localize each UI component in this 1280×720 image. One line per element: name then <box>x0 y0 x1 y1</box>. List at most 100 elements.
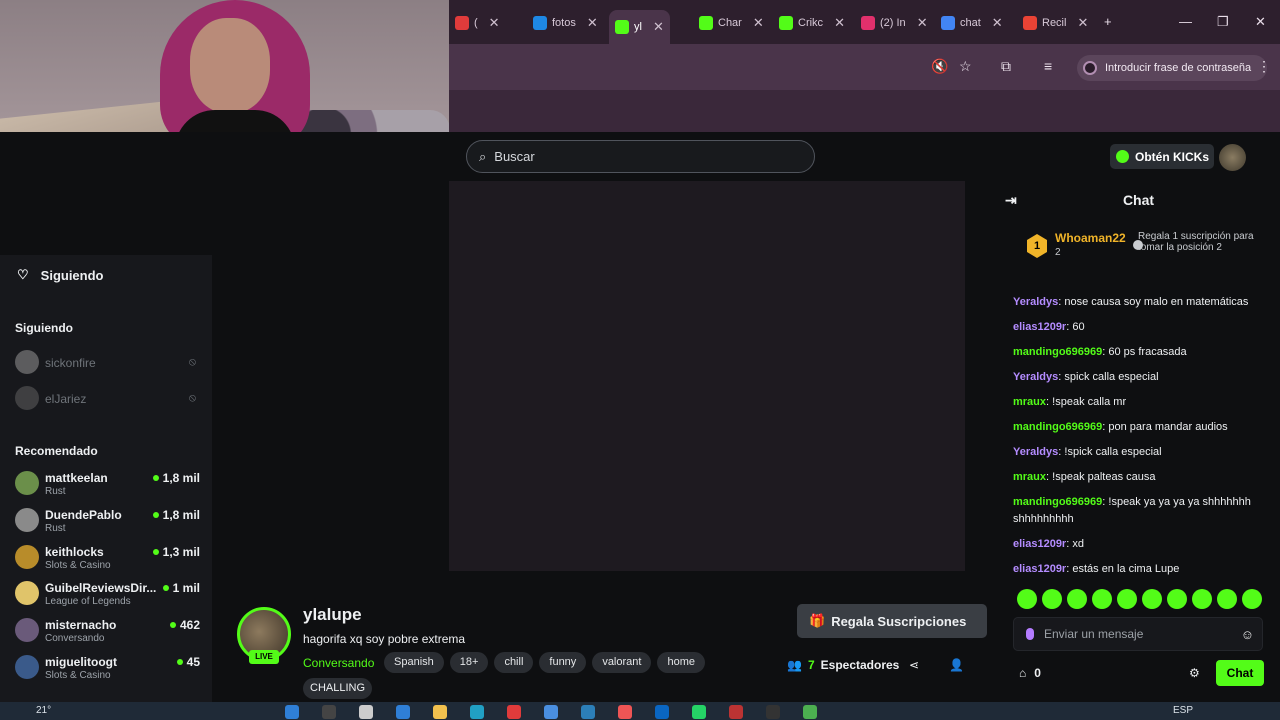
gift-subs-button[interactable]: 🎁 Regala Suscripciones <box>797 604 987 638</box>
sidebar-header[interactable]: ♡ Siguiendo <box>17 267 104 283</box>
close-icon[interactable]: ✕ <box>489 15 500 31</box>
close-window-icon[interactable]: ✕ <box>1255 14 1266 30</box>
close-icon[interactable]: ✕ <box>653 19 664 35</box>
emote-icon[interactable] <box>1167 589 1187 609</box>
mic-icon[interactable] <box>1026 628 1034 640</box>
app-icon[interactable] <box>396 705 410 719</box>
folder-icon[interactable] <box>433 705 447 719</box>
sidebar-item-following[interactable]: elJariez ⦸ <box>15 384 200 418</box>
emote-icon[interactable] <box>1042 589 1062 609</box>
media-icon[interactable]: ≡ <box>1044 58 1052 74</box>
language-indicator[interactable]: ESP <box>1173 705 1193 716</box>
close-icon[interactable]: ✕ <box>917 15 928 31</box>
search-icon[interactable] <box>322 705 336 719</box>
browser-tab[interactable]: (2) In ✕ <box>855 10 934 36</box>
chat-message: elias1209r: estás en la cima Lupe <box>1013 563 1180 575</box>
minimize-icon[interactable]: — <box>1179 14 1192 29</box>
emote-icon[interactable] <box>1242 589 1262 609</box>
weather-temp[interactable]: 21° <box>36 705 51 716</box>
send-chat-button[interactable]: Chat <box>1216 660 1264 686</box>
tab-favicon-icon <box>1023 16 1037 30</box>
emote-icon[interactable] <box>1192 589 1212 609</box>
app-icon[interactable] <box>766 705 780 719</box>
app-icon[interactable] <box>507 705 521 719</box>
browser-tab-active[interactable]: yl ✕ <box>609 10 670 44</box>
tag[interactable]: home <box>657 652 705 673</box>
app-icon[interactable] <box>581 705 595 719</box>
tag[interactable]: 18+ <box>449 652 489 673</box>
gift-prompt[interactable]: Regala 1 suscripción para tomar la posic… <box>1123 231 1258 253</box>
app-icon[interactable] <box>655 705 669 719</box>
close-icon[interactable]: ✕ <box>834 15 845 31</box>
search-input[interactable]: ⌕ Buscar <box>466 140 815 173</box>
start-icon[interactable] <box>285 705 299 719</box>
sidebar-item-recommended[interactable]: GuibelReviewsDir... League of Legends 1 … <box>15 579 200 613</box>
get-kicks-button[interactable]: Obtén KICKs <box>1110 144 1214 169</box>
browser-tab[interactable]: fotos ✕ <box>527 10 604 36</box>
emote-icon[interactable] <box>1142 589 1162 609</box>
channel-points[interactable]: ⌂ 0 <box>1019 666 1041 680</box>
video-player[interactable] <box>449 181 965 571</box>
menu-icon[interactable]: ⋮ <box>1257 58 1271 75</box>
sidebar-item-recommended[interactable]: miguelitoogt Slots & Casino 45 <box>15 653 200 687</box>
close-icon[interactable]: ✕ <box>1077 15 1088 31</box>
close-icon[interactable]: ✕ <box>587 15 598 31</box>
sidebar-item-recommended[interactable]: mattkeelan Rust 1,8 mil <box>15 469 200 503</box>
bell-off-icon[interactable]: ⦸ <box>189 392 196 405</box>
avatar[interactable] <box>1219 144 1246 171</box>
app-icon[interactable] <box>544 705 558 719</box>
chat-message: elias1209r: 60 <box>1013 321 1085 333</box>
tag[interactable]: Spanish <box>384 652 444 673</box>
app-icon[interactable] <box>359 705 373 719</box>
password-prompt[interactable]: Introducir frase de contraseña <box>1077 55 1267 81</box>
app-icon[interactable] <box>618 705 632 719</box>
chat-input[interactable]: Enviar un mensaje ☺ <box>1013 617 1263 651</box>
browser-tab[interactable]: (✕ <box>449 10 506 36</box>
tag[interactable]: valorant <box>592 652 652 673</box>
app-icon[interactable] <box>470 705 484 719</box>
gear-icon[interactable]: ⚙ <box>1189 666 1200 680</box>
app-icon[interactable] <box>803 705 817 719</box>
avatar <box>15 545 39 569</box>
tag[interactable]: funny <box>539 652 587 673</box>
avatar <box>15 618 39 642</box>
tag[interactable]: CHALLING <box>303 678 373 699</box>
share-icon[interactable]: ⋖ <box>909 658 919 672</box>
sidebar-item-recommended[interactable]: keithlocks Slots & Casino 1,3 mil <box>15 543 200 577</box>
sidebar-item-following[interactable]: sickonfire ⦸ <box>15 348 200 382</box>
sidebar-item-recommended[interactable]: misternacho Conversando 462 <box>15 616 200 650</box>
emote-icon[interactable] <box>1017 589 1037 609</box>
browser-tab[interactable]: chat ✕ <box>935 10 1009 36</box>
emoji-icon[interactable]: ☺ <box>1241 627 1254 642</box>
leader-name[interactable]: Whoaman22 <box>1055 231 1126 245</box>
live-dot-icon <box>169 622 176 628</box>
browser-tab[interactable]: Char ✕ <box>693 10 770 36</box>
app-icon[interactable] <box>692 705 706 719</box>
profile-icon <box>1083 61 1097 75</box>
emote-icon[interactable] <box>1117 589 1137 609</box>
sidebar-item-recommended[interactable]: DuendePablo Rust 1,8 mil <box>15 506 200 540</box>
points-icon: ⌂ <box>1019 666 1027 680</box>
maximize-icon[interactable]: ❐ <box>1217 14 1229 30</box>
chat-message: Yeraldys: nose causa soy malo en matemát… <box>1013 296 1249 308</box>
app-icon[interactable] <box>729 705 743 719</box>
bookmark-star-icon[interactable]: ☆ <box>959 58 972 75</box>
mute-icon[interactable]: 🔇 <box>931 58 948 75</box>
emote-icon[interactable] <box>1217 589 1237 609</box>
stream-category[interactable]: Conversando <box>303 656 374 670</box>
close-icon[interactable]: ✕ <box>753 15 764 31</box>
tag[interactable]: chill <box>494 652 534 673</box>
browser-tab[interactable]: Crikc ✕ <box>773 10 851 36</box>
emote-icon[interactable] <box>1092 589 1112 609</box>
bell-off-icon[interactable]: ⦸ <box>189 356 196 369</box>
close-icon[interactable]: ✕ <box>992 15 1003 31</box>
tab-favicon-icon <box>779 16 793 30</box>
browser-tab[interactable]: Recil ✕ <box>1017 10 1094 36</box>
emote-icon[interactable] <box>1067 589 1087 609</box>
collapse-chat-icon[interactable]: ⇥ <box>1005 192 1017 209</box>
taskbar-apps <box>285 705 817 719</box>
streamer-name[interactable]: ylalupe <box>303 605 362 625</box>
extensions-icon[interactable]: ⧉ <box>1001 58 1011 75</box>
new-tab-icon[interactable]: + <box>1104 14 1112 29</box>
follow-user-icon[interactable]: 👤 <box>949 658 964 672</box>
